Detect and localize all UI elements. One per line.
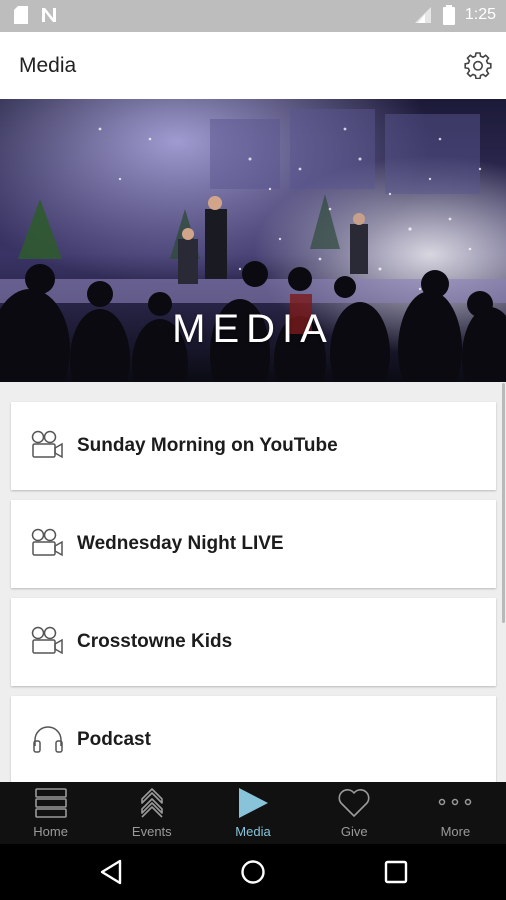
home-button-icon[interactable]: [239, 858, 267, 886]
battery-icon: [442, 5, 455, 25]
media-list: Sunday Morning on YouTube Wednesday Nigh…: [0, 382, 506, 782]
status-bar: 1:25: [0, 0, 506, 32]
video-camera-icon: [31, 626, 63, 655]
scrollbar[interactable]: [502, 383, 505, 623]
sd-card-icon: [14, 6, 28, 24]
tab-media[interactable]: Media: [202, 782, 303, 844]
tab-label: Home: [33, 824, 68, 839]
tab-give[interactable]: Give: [304, 782, 405, 844]
list-item-sunday-morning[interactable]: Sunday Morning on YouTube: [11, 402, 496, 490]
list-item-label: Sunday Morning on YouTube: [77, 435, 338, 456]
list-item-crosstowne-kids[interactable]: Crosstowne Kids: [11, 598, 496, 686]
headphones-icon: [33, 726, 63, 753]
hero-banner: MEDIA: [0, 99, 506, 382]
tab-home[interactable]: Home: [0, 782, 101, 844]
list-item-wednesday-night[interactable]: Wednesday Night LIVE: [11, 500, 496, 588]
tab-events[interactable]: Events: [101, 782, 202, 844]
recents-icon[interactable]: [382, 858, 410, 886]
n-notification-icon: [42, 8, 56, 22]
tab-label: Give: [340, 824, 368, 839]
gear-icon[interactable]: [464, 51, 492, 79]
back-icon[interactable]: [98, 858, 126, 886]
tab-more[interactable]: More: [405, 782, 506, 844]
bottom-tab-bar: Home Events Media Give More: [0, 782, 506, 844]
video-camera-icon: [31, 528, 63, 557]
system-nav-bar: [0, 844, 506, 900]
tab-label: More: [440, 824, 471, 839]
tab-label: Events: [131, 824, 172, 839]
list-item-label: Crosstowne Kids: [77, 631, 233, 652]
play-icon: [239, 788, 268, 818]
app-bar: Media: [0, 32, 506, 99]
home-icon: [34, 788, 67, 818]
list-item-label: Podcast: [77, 729, 151, 750]
status-time: 1:25: [464, 6, 496, 23]
list-item-label: Wednesday Night LIVE: [77, 533, 284, 554]
heart-icon: [338, 789, 370, 817]
video-camera-icon: [31, 430, 63, 459]
events-icon: [140, 788, 163, 818]
hero-title: MEDIA: [172, 307, 334, 351]
page-title: Media: [19, 54, 77, 77]
list-item-podcast[interactable]: Podcast: [11, 696, 496, 782]
more-icon: [439, 798, 472, 806]
signal-icon: [414, 7, 431, 23]
tab-label: Media: [235, 824, 271, 839]
